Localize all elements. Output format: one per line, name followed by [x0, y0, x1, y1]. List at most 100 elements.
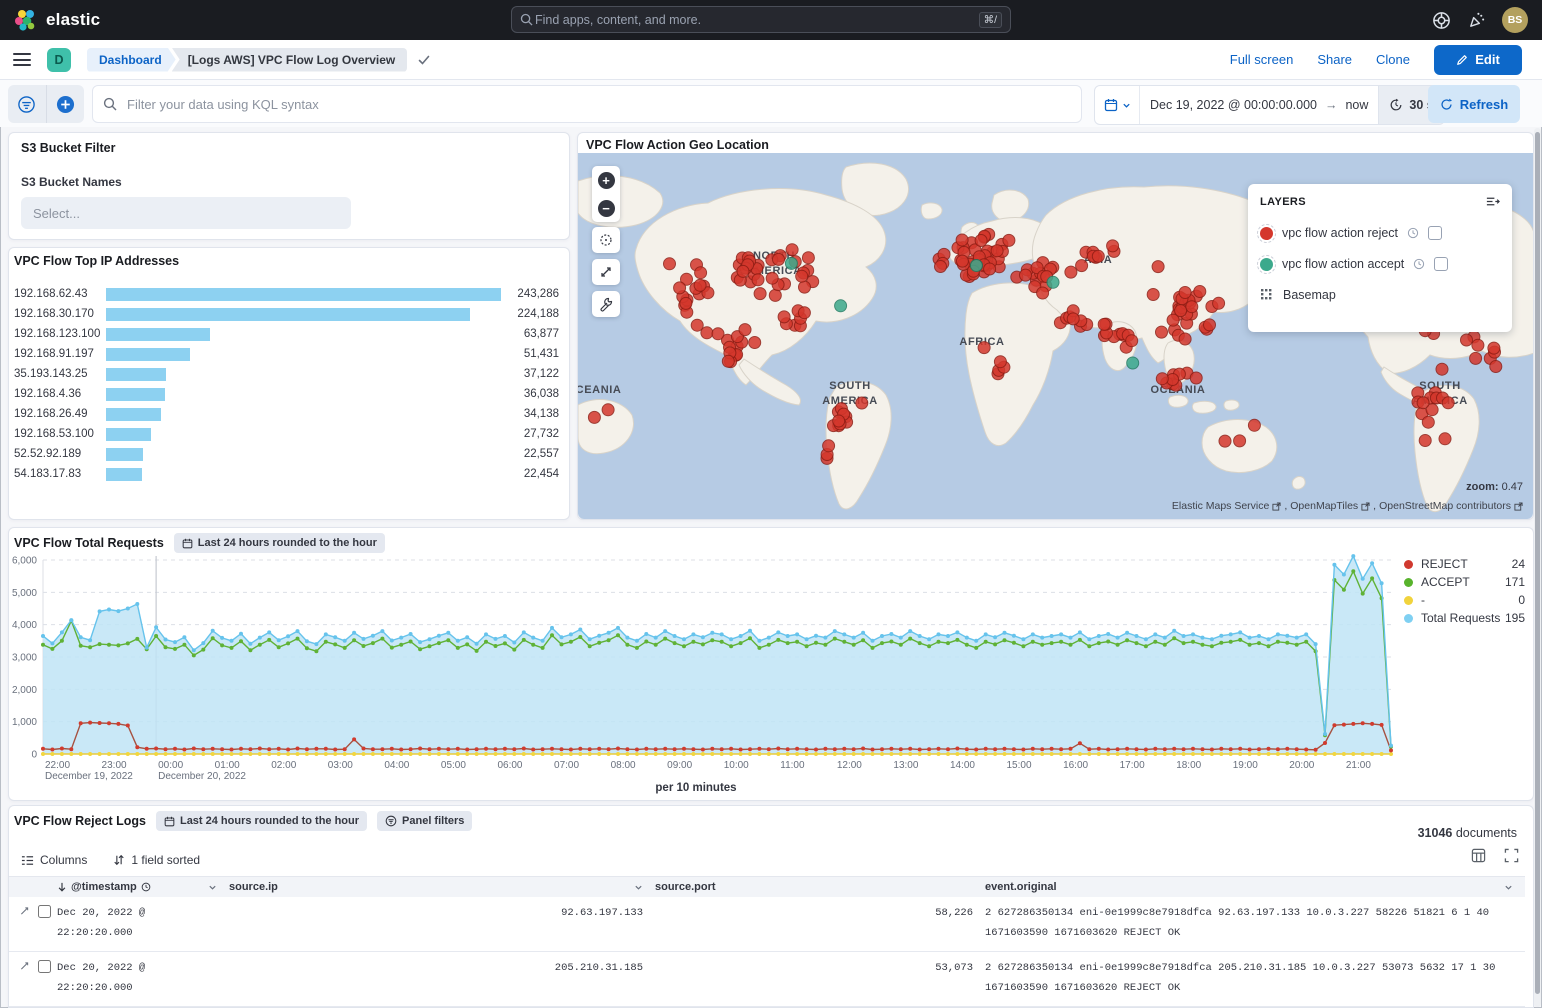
clone-link[interactable]: Clone [1376, 52, 1410, 67]
ip-bar-row[interactable]: 192.168.4.3636,038 [9, 384, 569, 404]
zoom-out-button[interactable]: − [598, 200, 615, 217]
ip-bar[interactable] [106, 448, 143, 461]
reject-geo-dot[interactable] [1186, 301, 1198, 313]
column-header-source-ip[interactable]: source.ip [223, 881, 649, 893]
fit-to-data-button[interactable] [592, 259, 620, 285]
reject-geo-dot[interactable] [1179, 287, 1191, 299]
reject-geo-dot[interactable] [1417, 397, 1429, 409]
reject-geo-dot[interactable] [769, 289, 781, 301]
ip-bar-row[interactable]: 192.168.26.4934,138 [9, 404, 569, 424]
chevron-down-icon[interactable] [208, 883, 217, 892]
date-range-end[interactable]: now [1345, 98, 1368, 112]
filter-options-button[interactable] [8, 85, 47, 123]
reject-geo-dot[interactable] [1037, 287, 1049, 299]
global-search-input[interactable] [533, 12, 979, 28]
reject-geo-dot[interactable] [984, 263, 996, 275]
reject-geo-dot[interactable] [1422, 416, 1434, 428]
reject-geo-dot[interactable] [1152, 261, 1164, 273]
reject-geo-dot[interactable] [802, 252, 814, 264]
reject-geo-dot[interactable] [975, 235, 987, 247]
reject-geo-dot[interactable] [799, 281, 811, 293]
reject-geo-dot[interactable] [778, 311, 790, 323]
reject-geo-dot[interactable] [752, 274, 764, 286]
panel-filters-badge[interactable]: Panel filters [377, 811, 472, 831]
expand-row-icon[interactable] [19, 960, 30, 972]
layer-checkbox[interactable] [1434, 257, 1448, 271]
reject-geo-dot[interactable] [588, 411, 600, 423]
accept-geo-dot[interactable] [785, 257, 797, 269]
reject-geo-dot[interactable] [956, 255, 968, 267]
reject-geo-dot[interactable] [1219, 435, 1231, 447]
kql-filter-input[interactable] [125, 96, 1071, 113]
reject-geo-dot[interactable] [1234, 435, 1246, 447]
expand-row-icon[interactable] [19, 905, 30, 917]
reject-geo-dot[interactable] [1156, 326, 1168, 338]
reject-geo-dot[interactable] [1156, 373, 1168, 385]
reject-geo-dot[interactable] [1194, 286, 1206, 298]
accept-geo-dot[interactable] [1127, 357, 1139, 369]
collapse-layers-icon[interactable] [1485, 194, 1500, 209]
reject-geo-dot[interactable] [1076, 260, 1088, 272]
calendar-dropdown-button[interactable] [1095, 86, 1140, 124]
full-screen-link[interactable]: Full screen [1230, 52, 1294, 67]
column-header-event-original[interactable]: event.original [979, 881, 1519, 893]
ip-bar-row[interactable]: 192.168.30.170224,188 [9, 304, 569, 324]
ip-bar-row[interactable]: 35.193.143.2537,122 [9, 364, 569, 384]
reject-geo-dot[interactable] [1003, 234, 1015, 246]
accept-geo-dot[interactable] [835, 300, 847, 312]
ip-bar-row[interactable]: 192.168.91.19751,431 [9, 344, 569, 364]
zoom-in-button[interactable]: + [598, 172, 615, 189]
legend-item[interactable]: -0 [1404, 592, 1525, 608]
ip-bar[interactable] [106, 468, 142, 481]
reject-geo-dot[interactable] [1065, 266, 1077, 278]
reject-geo-dot[interactable] [994, 356, 1006, 368]
column-header-timestamp[interactable]: @timestamp [51, 881, 223, 893]
attribution-link[interactable]: Elastic Maps Service [1172, 500, 1269, 512]
help-icon[interactable] [1432, 11, 1451, 30]
chevron-down-icon[interactable] [634, 883, 643, 892]
reject-geo-dot[interactable] [1461, 334, 1473, 346]
accept-geo-dot[interactable] [970, 260, 982, 272]
reject-geo-dot[interactable] [856, 397, 868, 409]
share-link[interactable]: Share [1317, 52, 1352, 67]
reject-geo-dot[interactable] [695, 267, 707, 279]
reject-geo-dot[interactable] [833, 415, 845, 427]
reject-geo-dot[interactable] [1213, 297, 1225, 309]
elastic-logo[interactable]: elastic [14, 8, 100, 32]
attribution-link[interactable]: OpenMapTiles [1290, 500, 1358, 512]
attribution-link[interactable]: OpenStreetMap contributors [1379, 500, 1511, 512]
reject-geo-dot[interactable] [978, 342, 990, 354]
s3-bucket-select[interactable]: Select... [21, 197, 351, 229]
reject-geo-dot[interactable] [1020, 269, 1032, 281]
layer-checkbox[interactable] [1428, 226, 1442, 240]
row-checkbox[interactable] [38, 905, 51, 918]
ip-bar[interactable] [106, 428, 151, 441]
add-filter-button[interactable] [47, 85, 85, 123]
columns-button[interactable]: Columns [21, 853, 87, 867]
reject-geo-dot[interactable] [935, 261, 947, 273]
reject-geo-dot[interactable] [1488, 342, 1500, 354]
legend-item[interactable]: Total Requests195 [1404, 610, 1525, 626]
ip-bar-row[interactable]: 52.52.92.18922,557 [9, 444, 569, 464]
reject-geo-dot[interactable] [1490, 361, 1502, 373]
set-view-button[interactable] [592, 227, 620, 253]
reject-geo-dot[interactable] [956, 234, 968, 246]
reject-geo-dot[interactable] [1147, 289, 1159, 301]
reject-geo-dot[interactable] [796, 270, 808, 282]
layer-item-reject[interactable]: vpc flow action reject [1260, 226, 1500, 240]
global-search[interactable]: ⌘/ [511, 6, 1011, 33]
edit-button[interactable]: Edit [1434, 45, 1522, 75]
reject-geo-dot[interactable] [1107, 240, 1119, 252]
reject-geo-dot[interactable] [1179, 333, 1191, 345]
fullscreen-icon[interactable] [1504, 848, 1519, 863]
table-row[interactable]: Dec 20, 2022 @ 22:20:20.000205.210.31.18… [9, 952, 1525, 1007]
display-options-icon[interactable] [1471, 848, 1486, 863]
map-attribution[interactable]: Elastic Maps Service, OpenMapTiles, Open… [1172, 500, 1523, 512]
layer-item-accept[interactable]: vpc flow action accept [1260, 257, 1500, 271]
reject-geo-dot[interactable] [1248, 419, 1260, 431]
reject-geo-dot[interactable] [1442, 397, 1454, 409]
ip-bar[interactable] [106, 368, 166, 381]
reject-geo-dot[interactable] [722, 355, 734, 367]
ip-bar-row[interactable]: 192.168.62.43243,286 [9, 284, 569, 304]
reject-geo-dot[interactable] [766, 272, 778, 284]
